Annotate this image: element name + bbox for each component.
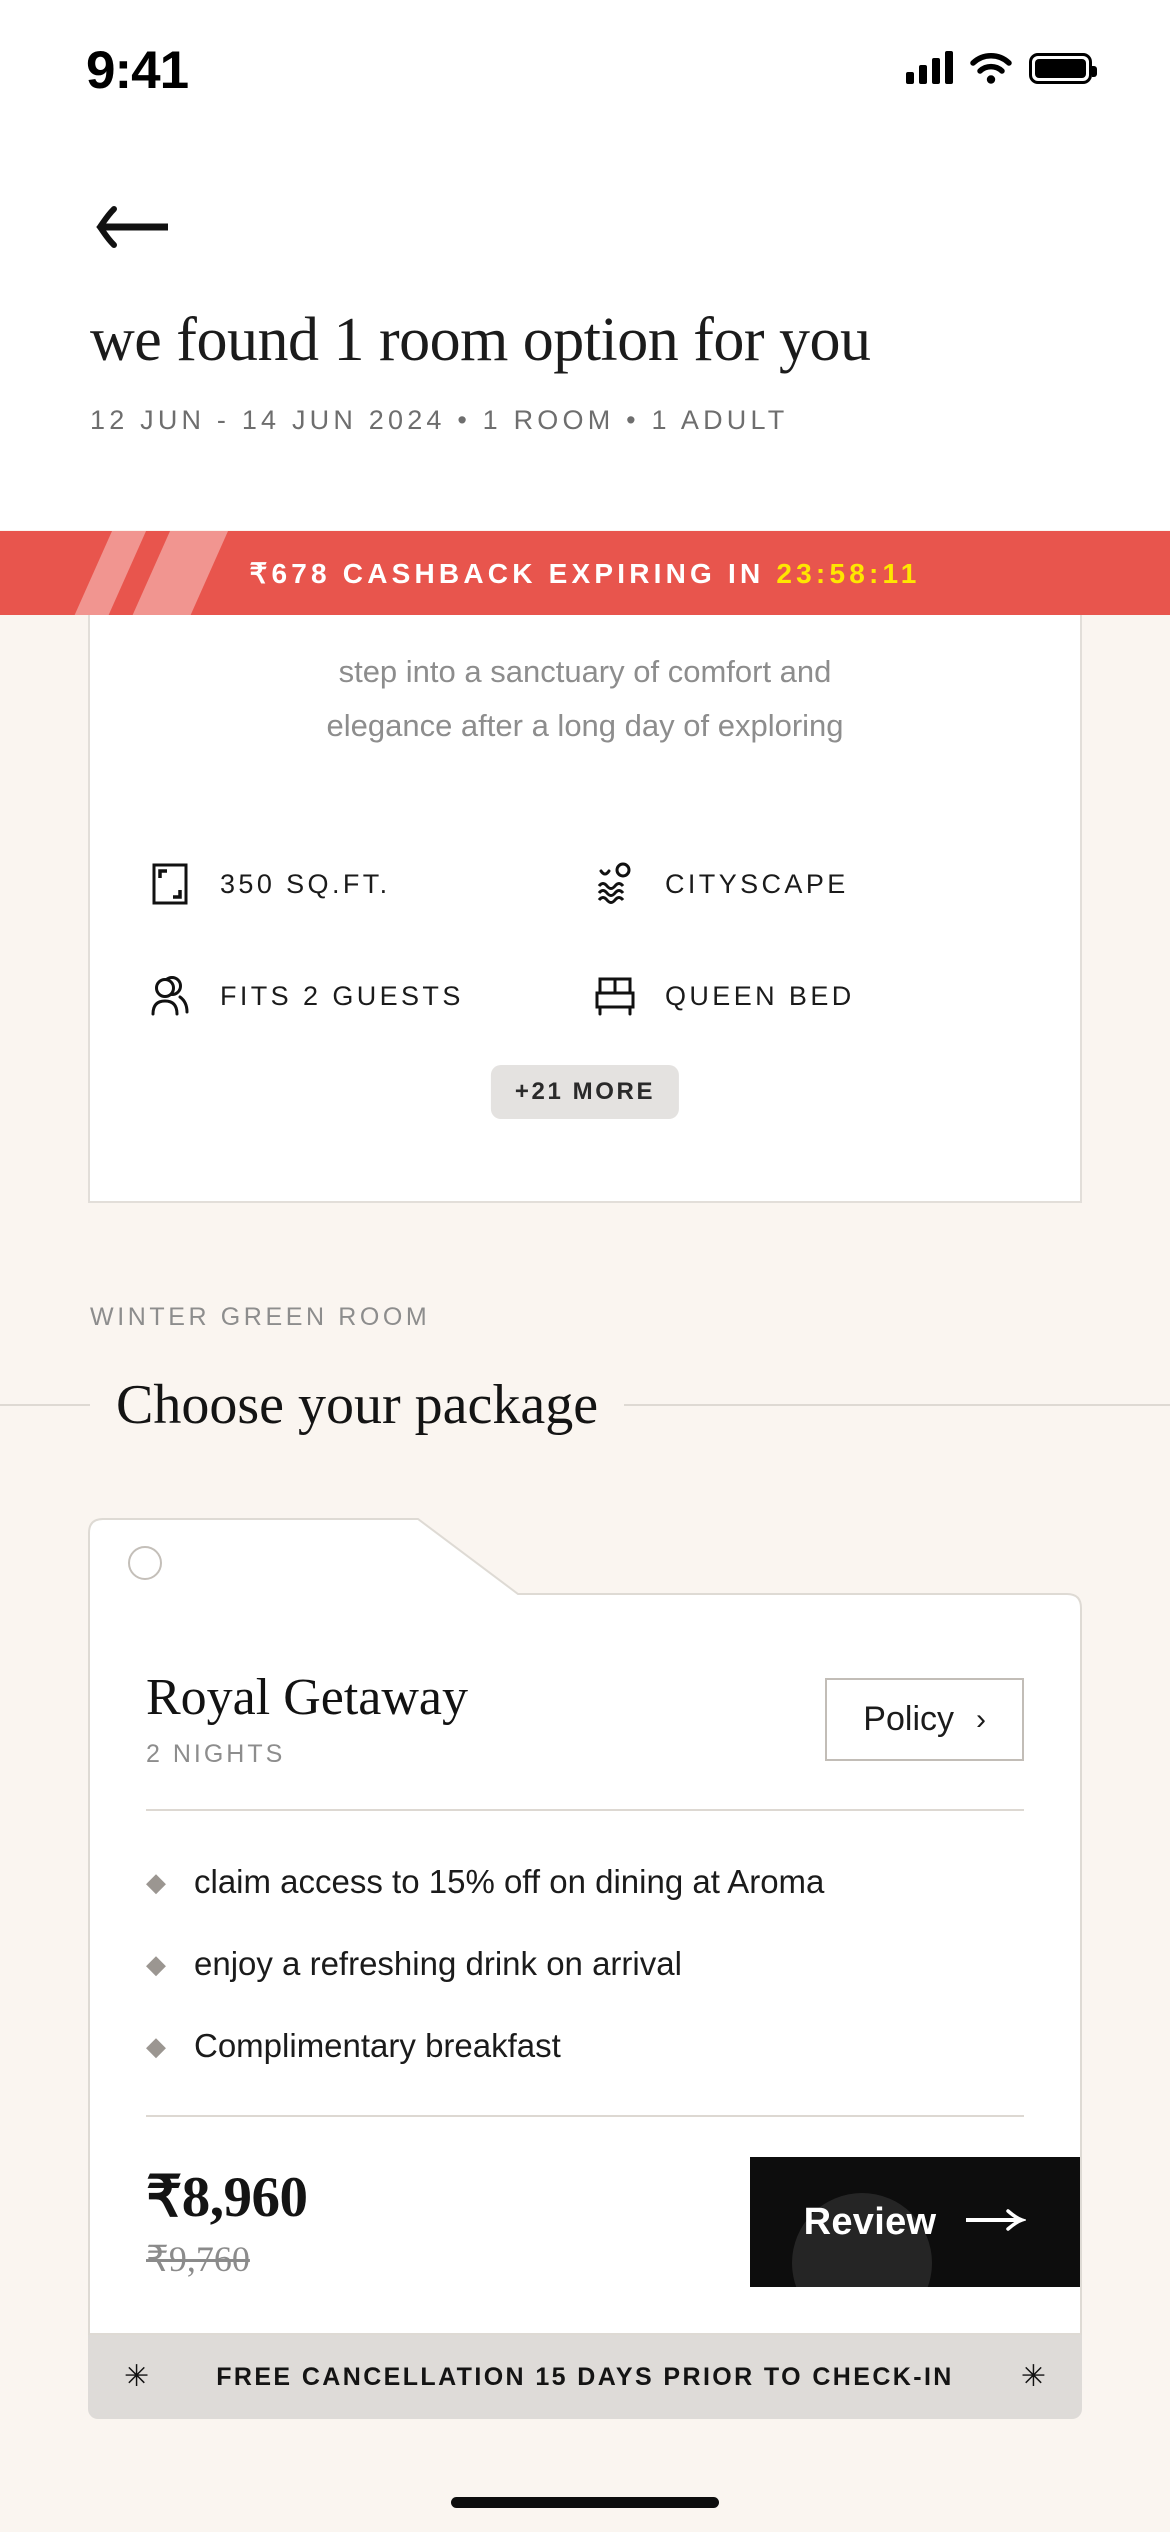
sparkle-icon-left: ✳	[124, 2360, 150, 2394]
diamond-bullet-icon: ◆	[146, 1867, 166, 1898]
cashback-timer: 23:58:11	[776, 557, 921, 589]
section-eyebrow: WINTER GREEN ROOM	[90, 1303, 431, 1331]
arrow-right-icon	[964, 2208, 1028, 2237]
benefit-text: enjoy a refreshing drink on arrival	[194, 1945, 682, 1983]
amenity-area: 350 SQ.FT.	[146, 860, 591, 908]
package-nights: 2 NIGHTS	[146, 1740, 286, 1769]
review-button[interactable]: Review	[750, 2157, 1080, 2288]
amenity-label: FITS 2 GUESTS	[220, 980, 464, 1011]
amenity-guests: FITS 2 GUESTS	[146, 972, 591, 1020]
status-bar: 9:41	[0, 0, 1170, 150]
amenity-label: QUEEN BED	[665, 980, 855, 1011]
benefit-item: ◆ claim access to 15% off on dining at A…	[146, 1859, 1024, 1905]
package-card-notch	[88, 1518, 1082, 1627]
sparkle-icon-right: ✳	[1020, 2360, 1046, 2394]
amenity-label: CITYSCAPE	[665, 868, 849, 899]
benefit-item: ◆ Complimentary breakfast	[146, 2023, 1024, 2069]
guests-icon	[146, 972, 194, 1020]
room-card[interactable]: step into a sanctuary of comfort and ele…	[88, 615, 1082, 1203]
more-amenities-chip[interactable]: +21 MORE	[490, 1065, 680, 1119]
phone-screen: 9:41 we found 1 room option for you 12 J…	[0, 0, 1170, 2532]
battery-icon	[1029, 52, 1097, 84]
package-card[interactable]: Royal Getaway 2 NIGHTS Policy › ◆ claim …	[88, 1518, 1082, 2420]
home-indicator[interactable]	[451, 2497, 719, 2508]
room-amenities-grid: 350 SQ.FT. CITYSCAPE FITS 2 GUESTS QUEEN…	[146, 860, 1036, 1020]
cellular-signal-icon	[906, 51, 953, 84]
benefit-item: ◆ enjoy a refreshing drink on arrival	[146, 1941, 1024, 1987]
section-rule-right	[624, 1404, 1170, 1406]
cashback-message: ₹678 CASHBACK EXPIRING IN	[249, 557, 765, 589]
status-bar-time: 9:41	[86, 41, 189, 100]
amenity-view: CITYSCAPE	[591, 860, 1036, 908]
wifi-icon	[970, 52, 1012, 84]
back-arrow-icon	[96, 206, 168, 248]
policy-button[interactable]: Policy ›	[825, 1678, 1024, 1761]
bed-icon	[591, 972, 639, 1020]
amenity-label: 350 SQ.FT.	[220, 868, 391, 899]
package-select-radio[interactable]	[128, 1546, 162, 1580]
package-footer: ₹8,960 ₹9,760 Review	[90, 2117, 1080, 2333]
chevron-right-icon: ›	[976, 1702, 986, 1736]
package-price: ₹8,960	[146, 2166, 308, 2230]
room-description: step into a sanctuary of comfort and ele…	[90, 645, 1080, 753]
amenity-bed: QUEEN BED	[591, 972, 1036, 1020]
package-benefits-list: ◆ claim access to 15% off on dining at A…	[90, 1811, 1080, 2115]
package-title-block: Royal Getaway 2 NIGHTS	[146, 1669, 469, 1769]
benefit-text: Complimentary breakfast	[194, 2027, 561, 2065]
section-heading-row: Choose your package	[0, 1365, 1170, 1445]
cancellation-policy-bar: ✳ FREE CANCELLATION 15 DAYS PRIOR TO CHE…	[88, 2335, 1082, 2420]
package-header: Royal Getaway 2 NIGHTS Policy ›	[90, 1624, 1080, 1809]
package-name: Royal Getaway	[146, 1669, 469, 1726]
cancellation-text: FREE CANCELLATION 15 DAYS PRIOR TO CHECK…	[216, 2362, 954, 2391]
policy-button-label: Policy	[863, 1700, 954, 1738]
page-title: we found 1 room option for you	[90, 306, 871, 374]
section-rule-left	[0, 1404, 90, 1406]
cityscape-view-icon	[591, 860, 639, 908]
package-card-body: Royal Getaway 2 NIGHTS Policy › ◆ claim …	[88, 1624, 1082, 2336]
status-bar-indicators	[906, 51, 1097, 84]
back-button[interactable]	[88, 192, 178, 262]
diamond-bullet-icon: ◆	[146, 2031, 166, 2062]
cashback-banner[interactable]: ₹678 CASHBACK EXPIRING IN 23:58:11	[0, 531, 1170, 615]
room-description-line-1: step into a sanctuary of comfort and	[338, 654, 832, 689]
price-block: ₹8,960 ₹9,760	[146, 2164, 308, 2280]
package-original-price: ₹9,760	[146, 2239, 250, 2280]
room-description-line-2: elegance after a long day of exploring	[326, 708, 844, 743]
section-heading: Choose your package	[116, 1374, 599, 1436]
cashback-banner-text: ₹678 CASHBACK EXPIRING IN 23:58:11	[249, 557, 920, 590]
benefit-text: claim access to 15% off on dining at Aro…	[194, 1863, 825, 1901]
diamond-bullet-icon: ◆	[146, 1949, 166, 1980]
area-size-icon	[146, 860, 194, 908]
booking-summary-subtitle: 12 JUN - 14 JUN 2024 • 1 ROOM • 1 ADULT	[90, 405, 789, 435]
page-header: we found 1 room option for you 12 JUN - …	[0, 150, 1170, 530]
notched-corner-shape	[88, 1518, 1082, 1627]
